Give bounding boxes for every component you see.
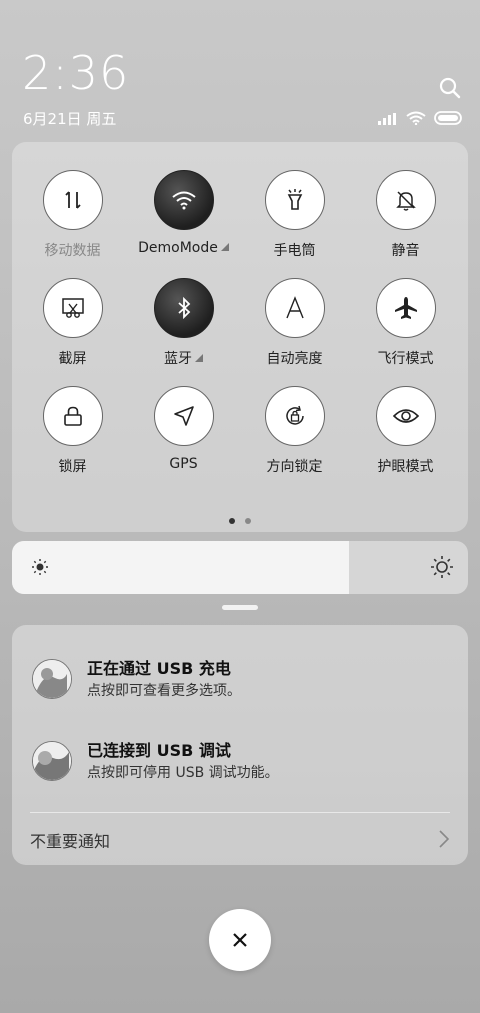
brightness-slider[interactable] [12,541,468,594]
mobile-data-button[interactable] [42,170,103,230]
bell-off-icon [395,191,416,211]
notification-body: 点按即可查看更多选项。 [87,683,241,699]
silent-button[interactable] [375,170,436,230]
eye-comfort-button[interactable] [375,386,436,446]
status-icons [378,110,464,129]
unimportant-notifications-link[interactable]: 不重要通知 [30,828,110,852]
drag-handle[interactable] [222,605,258,610]
notification-title: 已连接到 USB 调试 [87,741,231,760]
tile-label: 自动亮度 [266,351,323,367]
mobile-data-icon [64,191,81,209]
tile-auto-brightness[interactable]: 自动亮度 [239,278,350,368]
app-icon [32,741,72,781]
brightness-low-icon [30,557,50,581]
quick-settings-grid: 移动数据 DemoMode 手电筒 静音 截屏 蓝牙 自动亮度 飞行模式 锁屏 … [12,170,473,476]
flashlight-button[interactable] [264,170,325,230]
quick-settings-panel: 移动数据 DemoMode 手电筒 静音 截屏 蓝牙 自动亮度 飞行模式 锁屏 … [12,142,468,532]
airplane-button[interactable] [375,278,436,338]
brightness-high-icon [430,555,454,583]
app-icon [32,659,72,699]
page-indicator [12,518,468,524]
tile-label: 蓝牙 [164,348,203,368]
tile-wifi[interactable]: DemoMode [128,170,239,260]
flashlight-icon [287,189,302,210]
tile-label: GPS [169,456,198,472]
wifi-icon [171,191,196,210]
search-icon[interactable] [438,76,462,100]
clock: 2:36 [22,46,130,100]
tile-label: 飞行模式 [377,351,434,367]
lock-screen-button[interactable] [42,386,103,446]
divider [30,812,450,813]
lock-icon [63,406,82,426]
tile-label: 手电筒 [273,243,316,259]
page-dot-active[interactable] [229,518,235,524]
notification-usb-charging[interactable]: 正在通过 USB 充电 点按即可查看更多选项。 [12,651,468,711]
expand-indicator-icon [195,354,203,362]
rotation-lock-button[interactable] [264,386,325,446]
date: 6月21日 周五 [23,110,117,128]
screenshot-icon [61,298,84,318]
tile-flashlight[interactable]: 手电筒 [239,170,350,260]
close-icon [233,933,247,947]
bluetooth-button[interactable] [153,278,214,338]
notification-body: 点按即可停用 USB 调试功能。 [87,765,279,781]
tile-rotation-lock[interactable]: 方向锁定 [239,386,350,476]
tile-label: 静音 [391,243,420,259]
tile-label-text: 蓝牙 [164,351,192,367]
airplane-icon [394,297,417,319]
tile-eye-comfort[interactable]: 护眼模式 [350,386,461,476]
clear-all-button[interactable] [209,909,271,971]
brightness-fill [12,541,350,594]
tile-label: DemoMode [138,240,229,256]
chevron-right-icon[interactable] [438,829,450,853]
screenshot-button[interactable] [42,278,103,338]
wifi-status-icon [406,110,426,129]
tile-label-text: DemoMode [138,240,218,256]
gps-icon [173,406,194,426]
notification-panel: 正在通过 USB 充电 点按即可查看更多选项。 已连接到 USB 调试 点按即可… [12,625,468,865]
eye-icon [392,409,419,423]
tile-label: 锁屏 [58,459,87,475]
rotation-lock-icon [285,405,304,425]
tile-bluetooth[interactable]: 蓝牙 [128,278,239,368]
notification-title: 正在通过 USB 充电 [87,659,231,678]
tile-screenshot[interactable]: 截屏 [17,278,128,368]
tile-mobile-data[interactable]: 移动数据 [17,170,128,260]
bluetooth-icon [177,296,190,320]
tile-gps[interactable]: GPS [128,386,239,476]
auto-brightness-button[interactable] [264,278,325,338]
notification-usb-debugging[interactable]: 已连接到 USB 调试 点按即可停用 USB 调试功能。 [12,733,468,793]
tile-label: 护眼模式 [377,459,434,475]
tile-label: 移动数据 [44,243,101,259]
tile-label: 方向锁定 [266,459,323,475]
auto-brightness-icon [285,296,304,319]
gps-button[interactable] [153,386,214,446]
expand-indicator-icon [220,243,229,251]
tile-airplane[interactable]: 飞行模式 [350,278,461,368]
tile-label: 截屏 [58,351,87,367]
signal-icon [378,110,398,129]
page-dot[interactable] [245,518,251,524]
battery-icon [434,110,464,129]
tile-lock-screen[interactable]: 锁屏 [17,386,128,476]
tile-silent[interactable]: 静音 [350,170,461,260]
wifi-button[interactable] [153,170,214,230]
